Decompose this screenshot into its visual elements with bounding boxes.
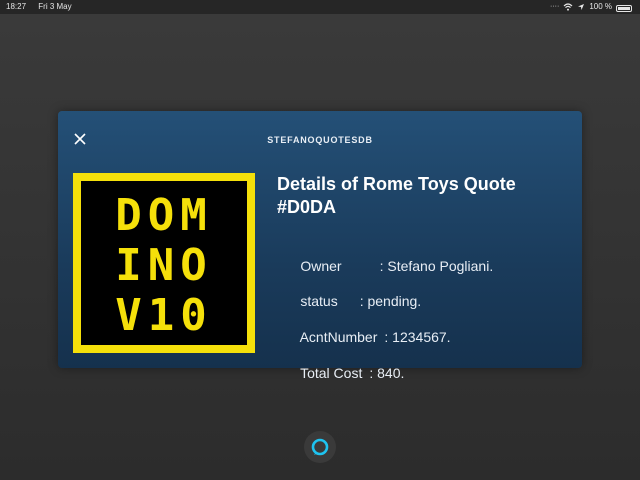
logo-line-2: INO <box>115 240 213 291</box>
detail-value: : pending. <box>359 293 422 309</box>
logo-text: DOM INO V10 <box>81 191 247 341</box>
logo-line-3: V10 <box>115 290 213 341</box>
alexa-icon <box>311 438 329 456</box>
alexa-button[interactable] <box>304 431 336 463</box>
quote-title: Details of Rome Toys Quote #D0DA <box>277 174 516 217</box>
wifi-icon <box>563 3 573 11</box>
status-time: 18:27 <box>6 2 27 11</box>
detail-label: AcntNumber <box>299 329 378 345</box>
status-date: Fri 3 May <box>38 2 72 11</box>
logo-inner: DOM INO V10 <box>81 181 247 345</box>
detail-row-total-cost: Total Cost : 840. <box>277 349 404 397</box>
status-left: 18:27 Fri 3 May <box>6 0 72 14</box>
detail-label: status <box>300 293 338 309</box>
quote-detail-card: STEFANOQUOTESDB DOM INO V10 Details of R… <box>58 111 582 381</box>
skill-header-title: STEFANOQUOTESDB <box>267 135 373 145</box>
signal-dots-icon: ···· <box>549 3 560 10</box>
detail-value: : 1234567. <box>384 329 451 345</box>
battery-icon <box>616 4 632 12</box>
logo-line-1: DOM <box>115 190 213 241</box>
domino-logo: DOM INO V10 <box>73 173 255 353</box>
detail-value: : 840. <box>369 365 405 381</box>
detail-label: Owner <box>300 258 342 274</box>
status-right: ···· 100 % <box>550 0 632 14</box>
quote-details: Details of Rome Toys Quote #D0DA Owner : … <box>277 173 567 381</box>
battery-percent: 100 % <box>589 2 612 11</box>
detail-label: Total Cost <box>300 365 363 381</box>
status-bar: 18:27 Fri 3 May ···· 100 % <box>0 0 640 14</box>
location-icon <box>578 4 585 10</box>
detail-value: : Stefano Pogliani. <box>379 258 494 274</box>
